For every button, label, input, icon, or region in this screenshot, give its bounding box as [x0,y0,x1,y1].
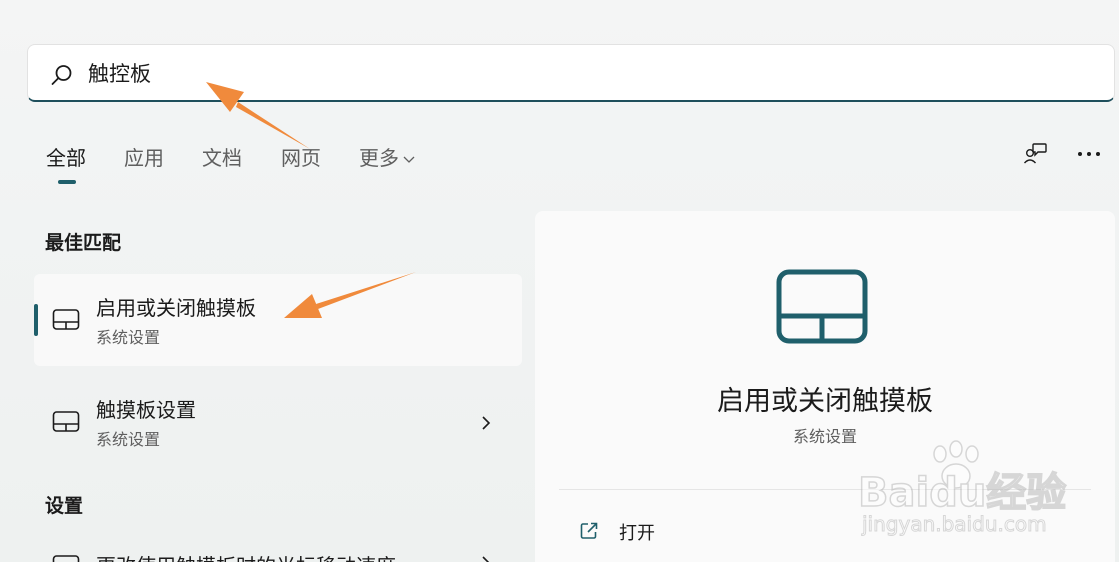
settings-heading: 设置 [45,495,84,517]
result-item-touchpad-settings[interactable]: 触摸板设置 系统设置 [34,376,522,468]
watermark-url: jingyan.baidu.com [862,512,1048,537]
result-item-cursor-speed[interactable]: 更改使用触摸板时的光标移动速度 [34,540,522,562]
best-match-heading: 最佳匹配 [45,232,122,254]
open-external-icon [580,522,598,539]
result-subtitle: 系统设置 [96,328,161,347]
result-title: 启用或关闭触摸板 [96,296,256,320]
open-action[interactable]: 打开 [575,517,775,547]
search-icon [51,65,72,85]
selection-indicator [34,304,38,336]
touchpad-icon [52,309,80,330]
tab-web[interactable]: 网页 [281,142,321,171]
filter-tabs: 全部 应用 文档 网页 更多 [0,140,1119,190]
tab-apps[interactable]: 应用 [124,142,164,171]
tab-more[interactable]: 更多 [359,142,415,171]
touchpad-icon [52,555,80,562]
chevron-down-icon [403,156,415,163]
touchpad-icon [776,269,868,344]
open-label: 打开 [619,523,655,544]
touchpad-icon [52,411,80,432]
baidu-watermark: Baidu经验 jingyan.baidu.com [857,440,1068,540]
feedback-icon[interactable] [1022,142,1048,166]
more-options-icon[interactable] [1076,148,1102,160]
tab-more-label: 更多 [359,146,399,170]
tab-documents[interactable]: 文档 [202,142,242,171]
tab-all[interactable]: 全部 [46,142,86,171]
active-tab-indicator [58,180,76,184]
result-subtitle: 系统设置 [96,430,161,449]
chevron-right-icon [482,556,490,562]
result-item-toggle-touchpad[interactable]: 启用或关闭触摸板 系统设置 [34,274,522,366]
watermark-brand: Baidu经验 [857,469,1067,517]
search-input[interactable] [88,57,988,89]
result-title: 触摸板设置 [96,398,196,422]
chevron-right-icon[interactable] [478,414,494,432]
search-box[interactable] [27,44,1115,102]
detail-title: 启用或关闭触摸板 [717,386,933,417]
result-title: 更改使用触摸板时的光标移动速度 [96,550,396,562]
